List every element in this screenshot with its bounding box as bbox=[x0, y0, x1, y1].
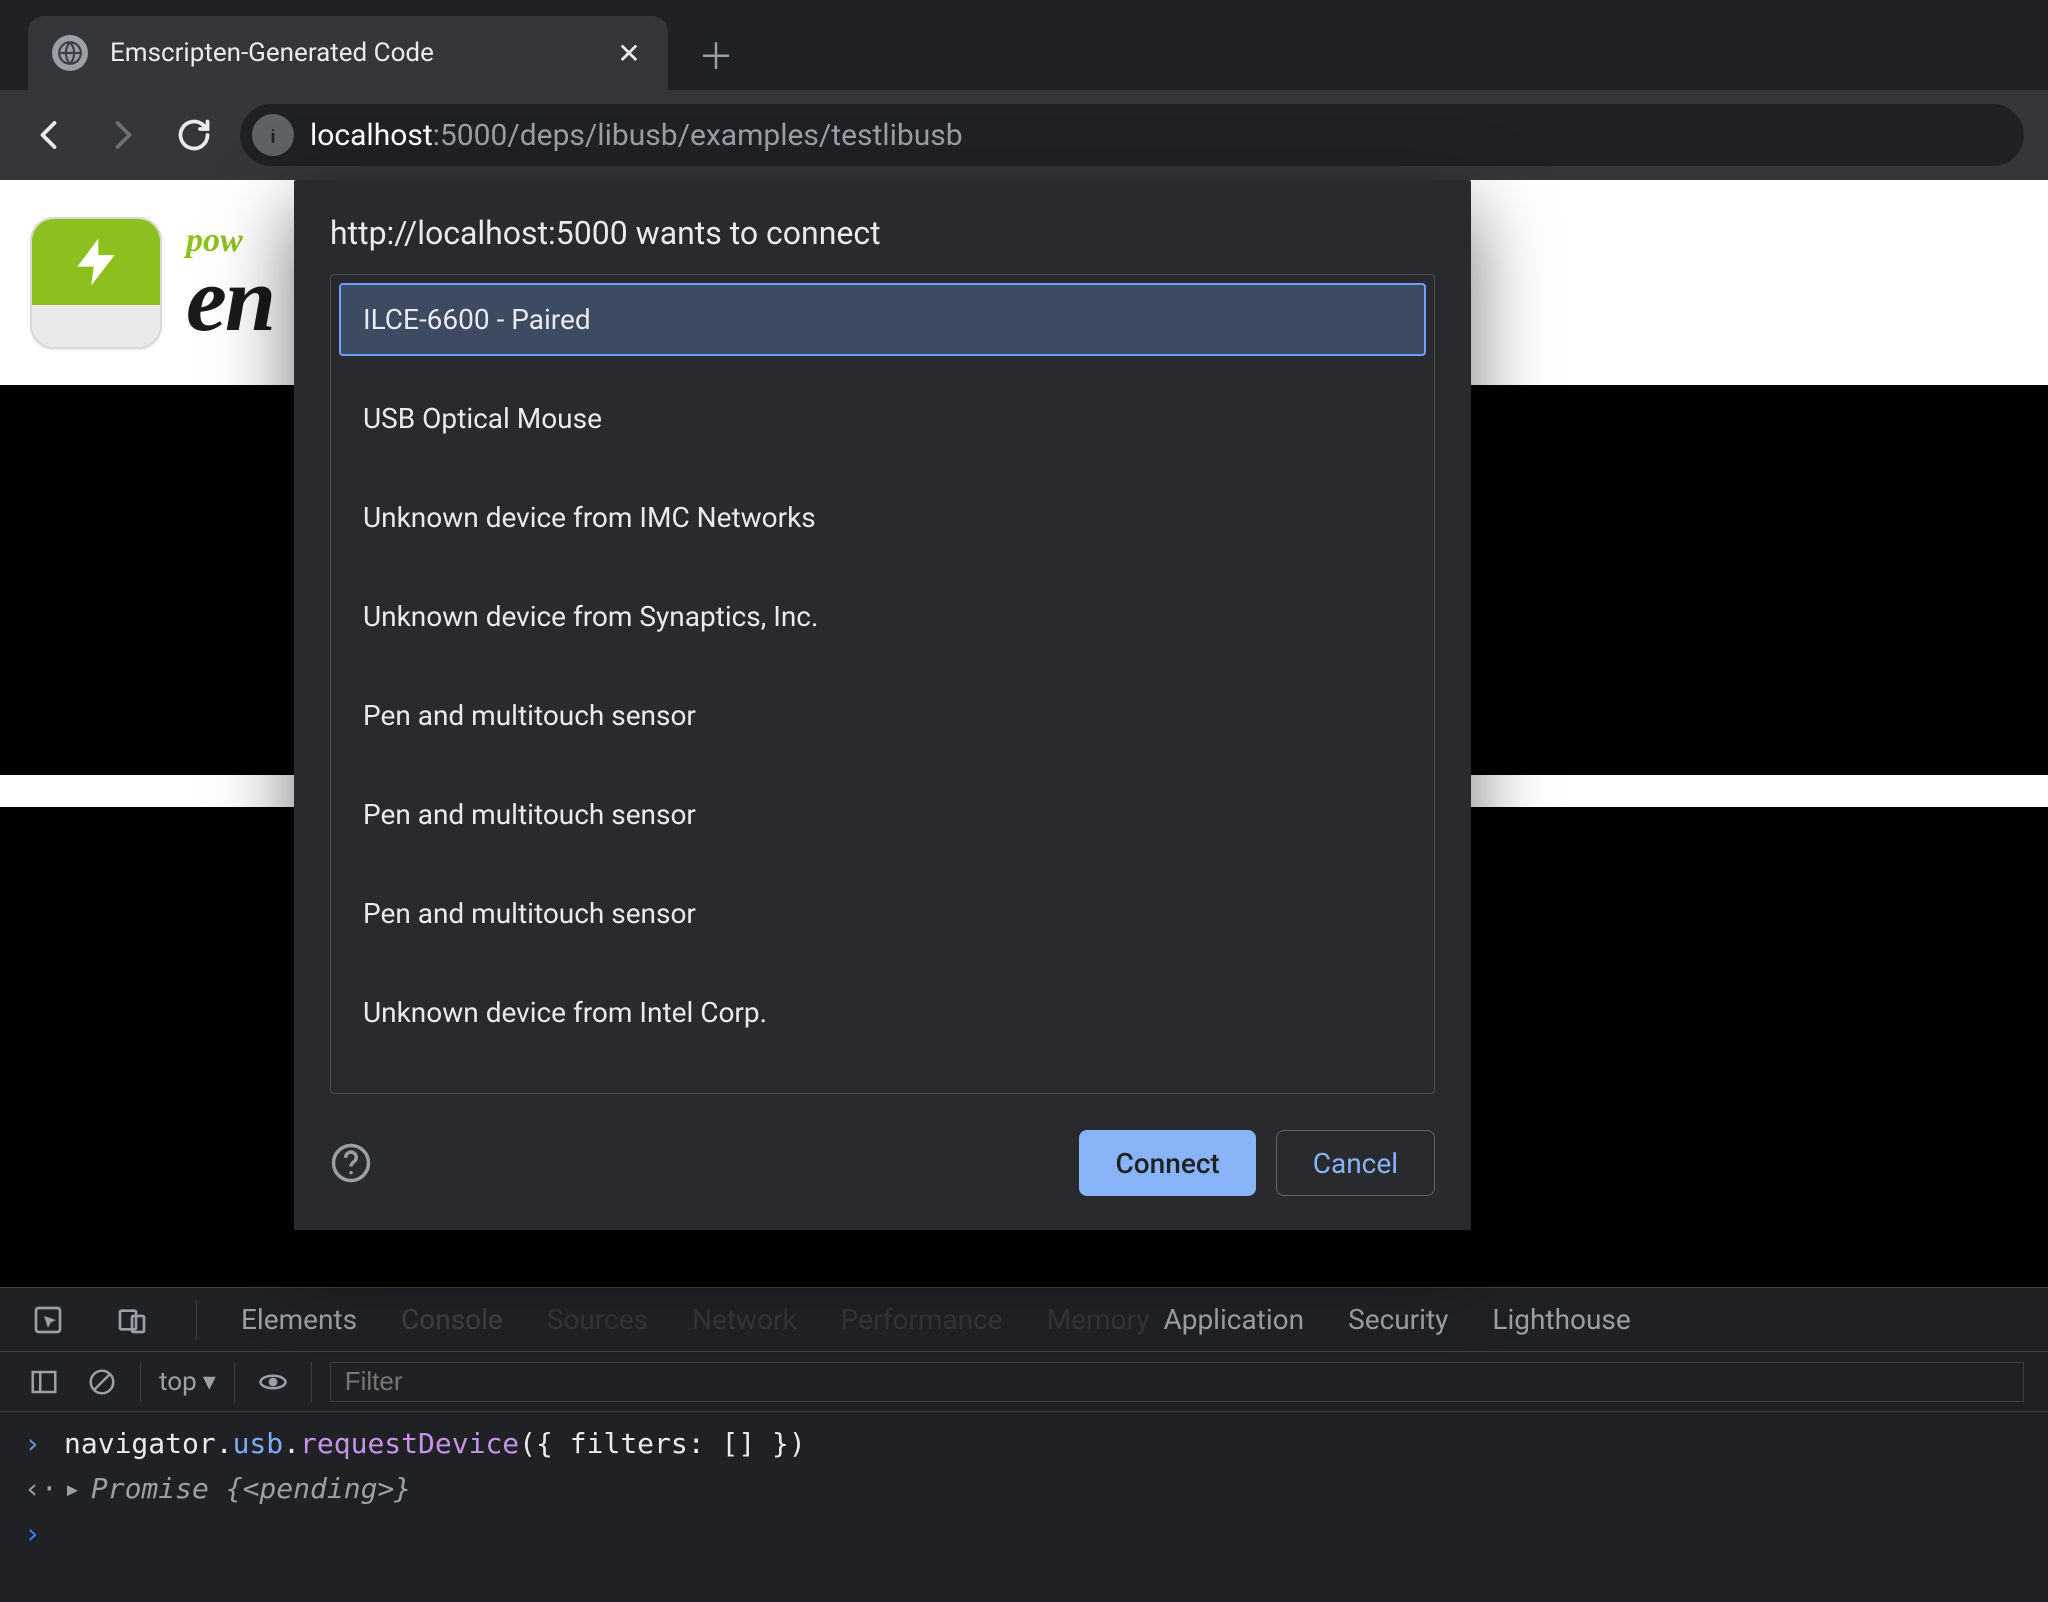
emscripten-wordmark: pow en bbox=[186, 224, 274, 341]
prompt-caret-icon: › bbox=[24, 1512, 48, 1557]
browser-tab[interactable]: Emscripten-Generated Code ✕ bbox=[28, 16, 668, 90]
devtools-tab-memory[interactable]: Memory bbox=[1047, 1303, 1150, 1336]
devtools-tab-lighthouse[interactable]: Lighthouse bbox=[1492, 1303, 1630, 1336]
devtools-tab-performance[interactable]: Performance bbox=[841, 1303, 1003, 1336]
chevron-down-icon: ▾ bbox=[203, 1367, 216, 1397]
site-info-icon[interactable] bbox=[252, 114, 294, 156]
browser-tab-strip: Emscripten-Generated Code ✕ ＋ bbox=[0, 0, 2048, 90]
console-prompt-line[interactable]: › bbox=[24, 1512, 2024, 1557]
output-caret-icon: ‹· bbox=[24, 1467, 48, 1512]
expand-icon[interactable]: ▸ bbox=[64, 1472, 81, 1505]
live-expression-icon[interactable] bbox=[253, 1362, 293, 1402]
console-sidebar-icon[interactable] bbox=[24, 1362, 64, 1402]
device-item[interactable]: Pen and multitouch sensor bbox=[339, 877, 1426, 950]
devtools-tab-sources[interactable]: Sources bbox=[547, 1303, 648, 1336]
devtools-tab-network[interactable]: Network bbox=[692, 1303, 797, 1336]
device-item[interactable]: Unknown device from Synaptics, Inc. bbox=[339, 580, 1426, 653]
globe-icon bbox=[52, 35, 88, 71]
url-text: localhost:5000/deps/libusb/examples/test… bbox=[310, 118, 963, 153]
devtools-tab-application[interactable]: Application bbox=[1163, 1303, 1304, 1336]
device-item[interactable]: Unknown device from Intel Corp. bbox=[339, 976, 1426, 1049]
console-filter-input[interactable] bbox=[330, 1362, 2024, 1402]
webusb-permission-dialog: http://localhost:5000 wants to connect I… bbox=[294, 180, 1471, 1230]
device-item[interactable]: Unknown device from IMC Networks bbox=[339, 481, 1426, 554]
console-output-line: ‹· ▸Promise {<pending>} bbox=[24, 1467, 2024, 1512]
devtools-tab-elements[interactable]: Elements bbox=[241, 1303, 357, 1336]
forward-button[interactable] bbox=[96, 109, 148, 161]
prompt-caret-icon: › bbox=[24, 1422, 48, 1467]
device-item[interactable]: USB Optical Mouse bbox=[339, 382, 1426, 455]
console-toolbar: top▾ bbox=[0, 1352, 2048, 1412]
console-output-value[interactable]: ▸Promise {<pending>} bbox=[64, 1467, 411, 1512]
console-input-line: › navigator.usb.requestDevice({ filters:… bbox=[24, 1422, 2024, 1467]
tab-title: Emscripten-Generated Code bbox=[110, 38, 592, 68]
cancel-button[interactable]: Cancel bbox=[1276, 1130, 1435, 1196]
devtools-panel: Elements Console Sources Network Perform… bbox=[0, 1287, 2048, 1602]
devtools-tabs: Elements Console Sources Network Perform… bbox=[0, 1288, 2048, 1352]
emscripten-logo-icon bbox=[30, 217, 162, 349]
console-code: navigator.usb.requestDevice({ filters: [… bbox=[64, 1422, 806, 1467]
reload-button[interactable] bbox=[168, 109, 220, 161]
address-bar[interactable]: localhost:5000/deps/libusb/examples/test… bbox=[240, 104, 2024, 166]
inspect-element-icon[interactable] bbox=[28, 1300, 68, 1340]
dialog-footer: Connect Cancel bbox=[330, 1130, 1435, 1196]
close-tab-icon[interactable]: ✕ bbox=[614, 38, 644, 68]
connect-button[interactable]: Connect bbox=[1079, 1130, 1255, 1196]
help-icon[interactable] bbox=[330, 1142, 372, 1184]
new-tab-button[interactable]: ＋ bbox=[686, 24, 746, 84]
clear-console-icon[interactable] bbox=[82, 1362, 122, 1402]
browser-toolbar: localhost:5000/deps/libusb/examples/test… bbox=[0, 90, 2048, 180]
device-list: ILCE-6600 - Paired USB Optical Mouse Unk… bbox=[330, 274, 1435, 1094]
dialog-title: http://localhost:5000 wants to connect bbox=[330, 214, 1435, 252]
back-button[interactable] bbox=[24, 109, 76, 161]
console-output: › navigator.usb.requestDevice({ filters:… bbox=[0, 1412, 2048, 1602]
devtools-tab-security[interactable]: Security bbox=[1348, 1303, 1448, 1336]
device-item[interactable]: Pen and multitouch sensor bbox=[339, 778, 1426, 851]
device-toolbar-icon[interactable] bbox=[112, 1300, 152, 1340]
device-item[interactable]: ILCE-6600 - Paired bbox=[339, 283, 1426, 356]
console-context-select[interactable]: top▾ bbox=[159, 1367, 216, 1397]
device-item[interactable]: Pen and multitouch sensor bbox=[339, 679, 1426, 752]
devtools-tab-console[interactable]: Console bbox=[401, 1303, 503, 1336]
